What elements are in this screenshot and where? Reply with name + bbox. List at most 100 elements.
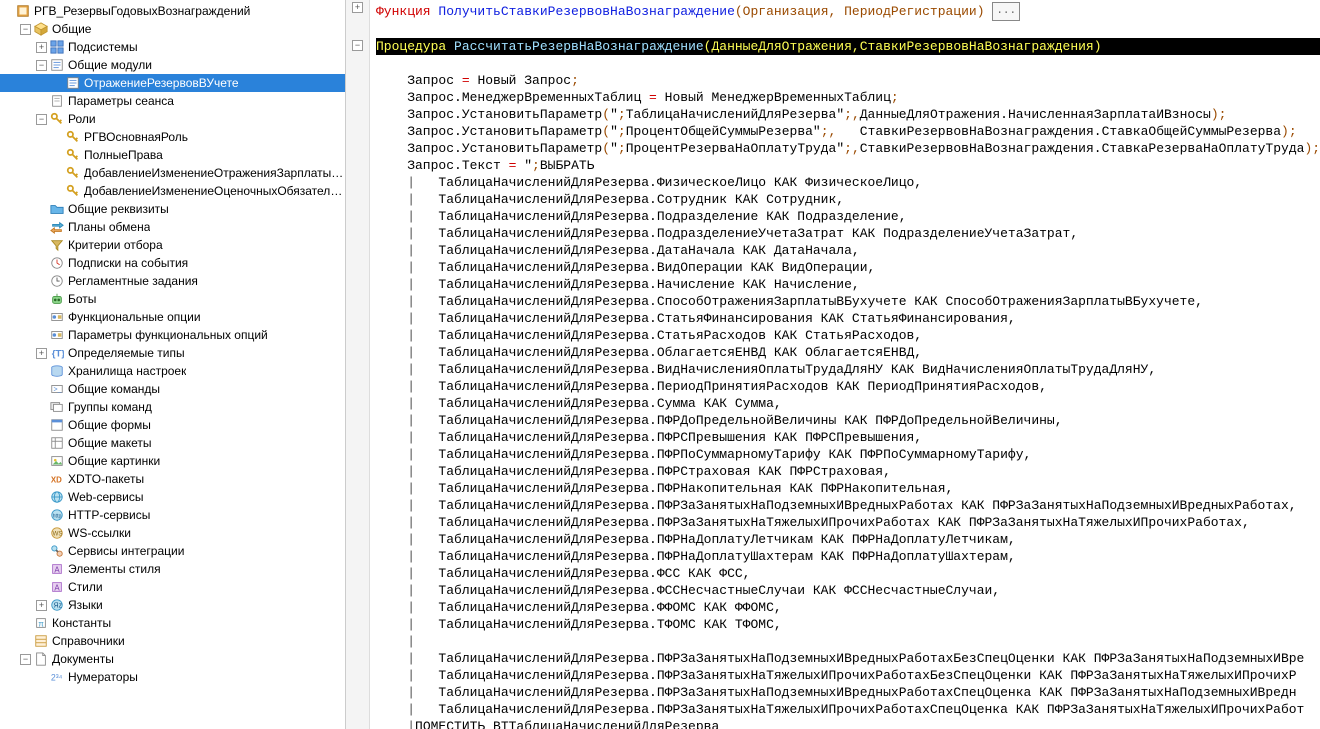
code-line[interactable]: | ТаблицаНачисленийДляРезерва.Подразделе… — [376, 209, 907, 224]
tree-root[interactable]: РГВ_РезервыГодовыхВознаграждений — [0, 2, 345, 20]
tree-item[interactable]: Подписки на события — [0, 254, 345, 272]
expander-icon[interactable]: − — [36, 114, 47, 125]
code-line[interactable]: | ТаблицаНачисленийДляРезерва.ПФРЗаЗанят… — [376, 668, 1297, 683]
code-line[interactable]: | ТаблицаНачисленийДляРезерва.Физическое… — [376, 175, 922, 190]
code-line[interactable]: Запрос.Текст = ";ВЫБРАТЬ — [376, 158, 594, 173]
tree-item[interactable]: +{T}Определяемые типы — [0, 344, 345, 362]
tree-item[interactable]: Хранилища настроек — [0, 362, 345, 380]
code-line[interactable]: | ТаблицаНачисленийДляРезерва.ПФРНаДопла… — [376, 532, 1016, 547]
code-line[interactable]: | ТаблицаНачисленийДляРезерва.ПФРЗаЗанят… — [376, 685, 1297, 700]
tree-item[interactable]: +Подсистемы — [0, 38, 345, 56]
tree-item[interactable]: ПолныеПрава — [0, 146, 345, 164]
metadata-tree[interactable]: РГВ_РезервыГодовыхВознаграждений −Общие+… — [0, 0, 346, 729]
code-line[interactable]: | ТаблицаНачисленийДляРезерва.ВидОпераци… — [376, 260, 875, 275]
code-line[interactable]: | ТаблицаНачисленийДляРезерва.ПФРСПревыш… — [376, 430, 922, 445]
code-line[interactable]: | ТаблицаНачисленийДляРезерва.ПФРНаДопла… — [376, 549, 1016, 564]
module-icon — [65, 75, 81, 91]
code-line[interactable]: | ТаблицаНачисленийДляРезерва.Облагается… — [376, 345, 922, 360]
code-line[interactable]: | ТаблицаНачисленийДляРезерва.ПФРЗаЗанят… — [376, 498, 1297, 513]
folded-indicator[interactable]: ... — [992, 2, 1020, 21]
tree-item[interactable]: Боты — [0, 290, 345, 308]
tree-item[interactable]: Планы обмена — [0, 218, 345, 236]
tree-item[interactable]: WSWS-ссылки — [0, 524, 345, 542]
code-line[interactable]: | ТаблицаНачисленийДляРезерва.ТФОМС КАК … — [376, 617, 782, 632]
tree-item[interactable]: Параметры функциональных опций — [0, 326, 345, 344]
code-line[interactable]: | ТаблицаНачисленийДляРезерва.ПФРДоПреде… — [376, 413, 1063, 428]
code-line[interactable]: | ТаблицаНачисленийДляРезерва.ФССНесчаст… — [376, 583, 1000, 598]
tree-item[interactable]: Регламентные задания — [0, 272, 345, 290]
code-line[interactable]: Запрос = Новый Запрос; — [376, 73, 579, 88]
tree-item[interactable]: Web-сервисы — [0, 488, 345, 506]
key-icon — [49, 111, 65, 127]
code-line[interactable]: Запрос.МенеджерВременныхТаблиц = Новый М… — [376, 90, 899, 105]
tree-item[interactable]: Справочники — [0, 632, 345, 650]
code-line[interactable]: | ТаблицаНачисленийДляРезерва.ДатаНачала… — [376, 243, 860, 258]
tree-item[interactable]: Параметры сеанса — [0, 92, 345, 110]
tree-item[interactable]: −Общие — [0, 20, 345, 38]
tree-item[interactable]: Общие реквизиты — [0, 200, 345, 218]
tree-item[interactable]: −Общие модули — [0, 56, 345, 74]
code-line[interactable]: | ТаблицаНачисленийДляРезерва.СпособОтра… — [376, 294, 1203, 309]
cmdgroup-icon — [49, 399, 65, 415]
code-line[interactable]: Запрос.УстановитьПараметр(";ТаблицаНачис… — [376, 107, 1226, 122]
code-line[interactable]: Запрос.УстановитьПараметр(";ПроцентОбщей… — [376, 124, 1297, 139]
code-line[interactable]: | ТаблицаНачисленийДляРезерва.СтатьяФина… — [376, 311, 1016, 326]
code-line[interactable]: | ТаблицаНачисленийДляРезерва.Сумма КАК … — [376, 396, 782, 411]
code-line[interactable]: | ТаблицаНачисленийДляРезерва.Начисление… — [376, 277, 860, 292]
code-line[interactable]: |ПОМЕСТИТЬ ВТТаблицаНачисленийДляРезерва — [376, 719, 719, 729]
expander-icon[interactable]: − — [20, 24, 31, 35]
tree-item[interactable]: Группы команд — [0, 398, 345, 416]
code-line[interactable]: | ТаблицаНачисленийДляРезерва.СтатьяРасх… — [376, 328, 922, 343]
code-line[interactable]: | ТаблицаНачисленийДляРезерва.ФФОМС КАК … — [376, 600, 782, 615]
tree-item[interactable]: httpHTTP-сервисы — [0, 506, 345, 524]
tree-item[interactable]: Сервисы интеграции — [0, 542, 345, 560]
tree-item[interactable]: Функциональные опции — [0, 308, 345, 326]
fold-marker[interactable]: + — [352, 2, 363, 13]
tree-item[interactable]: Общие картинки — [0, 452, 345, 470]
tree-item[interactable]: ОтражениеРезервовВУчете — [0, 74, 345, 92]
code-line[interactable]: | ТаблицаНачисленийДляРезерва.ПФРНакопит… — [376, 481, 953, 496]
code-line[interactable]: | — [376, 634, 415, 649]
expander-icon[interactable]: + — [36, 600, 47, 611]
tree-item[interactable]: −Роли — [0, 110, 345, 128]
code-line[interactable]: | ТаблицаНачисленийДляРезерва.ПФРЗаЗанят… — [376, 651, 1304, 666]
expander-icon — [36, 312, 47, 323]
key-icon — [65, 165, 81, 181]
tree-item[interactable]: +ЯzЯзыки — [0, 596, 345, 614]
tree-item[interactable]: Критерии отбора — [0, 236, 345, 254]
tree-item[interactable]: Общие макеты — [0, 434, 345, 452]
const-icon: π — [33, 615, 49, 631]
tree-item[interactable]: AСтили — [0, 578, 345, 596]
code-line[interactable]: | ТаблицаНачисленийДляРезерва.ФСС КАК ФС… — [376, 566, 750, 581]
code-line[interactable]: | ТаблицаНачисленийДляРезерва.Подразделе… — [376, 226, 1078, 241]
tree-item[interactable]: 2³⁴Нумераторы — [0, 668, 345, 686]
tree-item[interactable]: Общие формы — [0, 416, 345, 434]
expander-icon[interactable]: + — [36, 348, 47, 359]
fopt-icon — [49, 309, 65, 325]
tree-item[interactable]: ДобавлениеИзменениеОценочныхОбязательств — [0, 182, 345, 200]
code-line[interactable]: | ТаблицаНачисленийДляРезерва.ПФРЗаЗанят… — [376, 702, 1304, 717]
tree-item[interactable]: >_Общие команды — [0, 380, 345, 398]
tree-item[interactable]: ДобавлениеИзменениеОтраженияЗарплатыВБух — [0, 164, 345, 182]
code-line[interactable]: | ТаблицаНачисленийДляРезерва.ПФРПоСумма… — [376, 447, 1031, 462]
tree-item[interactable]: πКонстанты — [0, 614, 345, 632]
tree-item[interactable]: AЭлементы стиля — [0, 560, 345, 578]
code-line[interactable]: Запрос.УстановитьПараметр(";ПроцентРезер… — [376, 141, 1320, 156]
code-editor[interactable]: Функция ПолучитьСтавкиРезервовНаВознагра… — [370, 0, 1320, 729]
procedure-header-line[interactable]: Процедура РассчитатьРезервНаВознагражден… — [376, 38, 1314, 55]
tree-item[interactable]: −Документы — [0, 650, 345, 668]
expander-icon[interactable]: − — [36, 60, 47, 71]
expander-icon[interactable]: − — [20, 654, 31, 665]
fold-marker[interactable]: − — [352, 40, 363, 51]
tree-item[interactable]: РГВОсновнаяРоль — [0, 128, 345, 146]
code-line[interactable]: | ТаблицаНачисленийДляРезерва.ВидНачисле… — [376, 362, 1156, 377]
expander-icon[interactable]: + — [36, 42, 47, 53]
event-icon — [49, 255, 65, 271]
code-line[interactable]: | ТаблицаНачисленийДляРезерва.Сотрудник … — [376, 192, 844, 207]
code-line[interactable]: | ТаблицаНачисленийДляРезерва.ПериодПрин… — [376, 379, 1047, 394]
schedule-icon — [49, 273, 65, 289]
web-icon — [49, 489, 65, 505]
tree-item[interactable]: XDXDTO-пакеты — [0, 470, 345, 488]
code-line[interactable]: | ТаблицаНачисленийДляРезерва.ПФРСтрахов… — [376, 464, 891, 479]
code-line[interactable]: | ТаблицаНачисленийДляРезерва.ПФРЗаЗанят… — [376, 515, 1250, 530]
